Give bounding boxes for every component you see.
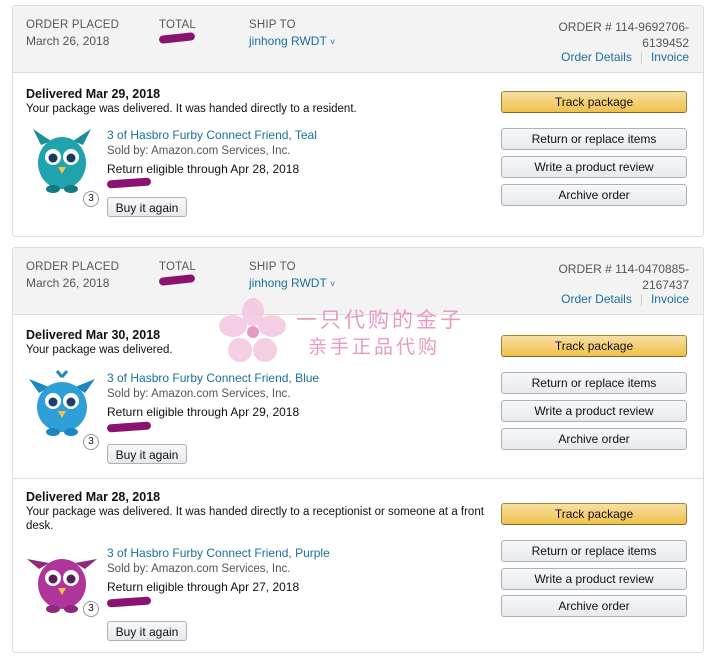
track-package-button[interactable]: Track package xyxy=(501,503,687,525)
watermark-line-1: 一只代购的金子 xyxy=(296,308,464,332)
delivery-note: Your package was delivered. It was hande… xyxy=(26,103,357,115)
watermark-line-2: 亲手正品代购 xyxy=(308,336,441,358)
buy-again-button[interactable]: Buy it again xyxy=(107,444,187,464)
price-redacted xyxy=(106,421,152,433)
furby-blue-image[interactable] xyxy=(27,369,97,439)
seller-text: Sold by: Amazon.com Services, Inc. xyxy=(107,388,291,400)
write-review-button[interactable]: Write a product review xyxy=(501,156,687,178)
return-replace-button[interactable]: Return or replace items xyxy=(501,128,687,150)
archive-order-button[interactable]: Archive order xyxy=(501,595,687,617)
total-label: TOTAL xyxy=(159,19,196,31)
chevron-down-icon: ˅ xyxy=(329,279,336,289)
buy-again-button[interactable]: Buy it again xyxy=(107,197,187,217)
order-details-link[interactable]: Order Details xyxy=(561,50,632,64)
quantity-badge: 3 xyxy=(83,191,99,207)
order-card: ORDER PLACED March 26, 2018 TOTAL SHIP T… xyxy=(12,5,704,237)
order-placed-label: ORDER PLACED xyxy=(26,261,120,273)
return-replace-button[interactable]: Return or replace items xyxy=(501,372,687,394)
furby-teal-image[interactable] xyxy=(27,125,97,195)
return-eligibility: Return eligible through Apr 29, 2018 xyxy=(107,405,300,419)
order-placed-date: March 26, 2018 xyxy=(26,276,110,290)
order-placed-date: March 26, 2018 xyxy=(26,34,110,48)
ship-to-label: SHIP TO xyxy=(249,261,296,273)
quantity-badge: 3 xyxy=(83,434,99,450)
price-redacted xyxy=(106,177,152,189)
track-package-button[interactable]: Track package xyxy=(501,91,687,113)
return-replace-button[interactable]: Return or replace items xyxy=(501,540,687,562)
order-number: ORDER # 114-9692706- 6139452 xyxy=(558,20,689,50)
order-placed-label: ORDER PLACED xyxy=(26,19,120,31)
order-links: Order Details | Invoice xyxy=(561,50,689,64)
archive-order-button[interactable]: Archive order xyxy=(501,428,687,450)
archive-order-button[interactable]: Archive order xyxy=(501,184,687,206)
product-link[interactable]: 3 of Hasbro Furby Connect Friend, Purple xyxy=(107,546,330,560)
ship-to-name[interactable]: jinhong RWDT ˅ xyxy=(249,34,335,48)
order-header: ORDER PLACED March 26, 2018 TOTAL SHIP T… xyxy=(13,6,703,73)
quantity-badge: 3 xyxy=(83,601,99,617)
invoice-link[interactable]: Invoice xyxy=(651,292,689,306)
write-review-button[interactable]: Write a product review xyxy=(501,568,687,590)
delivery-status: Delivered Mar 29, 2018 xyxy=(26,87,161,101)
delivery-status: Delivered Mar 28, 2018 xyxy=(26,490,161,504)
watermark-flower-logo xyxy=(219,298,286,362)
write-review-button[interactable]: Write a product review xyxy=(501,400,687,422)
invoice-link[interactable]: Invoice xyxy=(651,50,689,64)
delivery-note: Your package was delivered. It was hande… xyxy=(26,506,484,532)
buy-again-button[interactable]: Buy it again xyxy=(107,621,187,641)
order-number: ORDER # 114-0470885- 2167437 xyxy=(558,262,689,292)
total-redacted xyxy=(158,274,196,286)
shipment: Delivered Mar 28, 2018 Your package was … xyxy=(13,478,703,651)
total-redacted xyxy=(158,32,196,44)
chevron-down-icon: ˅ xyxy=(329,37,336,47)
ship-to-label: SHIP TO xyxy=(249,19,296,31)
seller-text: Sold by: Amazon.com Services, Inc. xyxy=(107,563,291,575)
return-eligibility: Return eligible through Apr 28, 2018 xyxy=(107,162,300,176)
track-package-button[interactable]: Track package xyxy=(501,335,687,357)
product-link[interactable]: 3 of Hasbro Furby Connect Friend, Blue xyxy=(107,371,319,385)
ship-to-name[interactable]: jinhong RWDT ˅ xyxy=(249,276,335,290)
seller-text: Sold by: Amazon.com Services, Inc. xyxy=(107,145,291,157)
product-link[interactable]: 3 of Hasbro Furby Connect Friend, Teal xyxy=(107,128,317,142)
order-links: Order Details | Invoice xyxy=(561,292,689,306)
delivery-status: Delivered Mar 30, 2018 xyxy=(26,328,161,342)
order-details-link[interactable]: Order Details xyxy=(561,292,632,306)
price-redacted xyxy=(106,596,152,608)
return-eligibility: Return eligible through Apr 27, 2018 xyxy=(107,580,300,594)
shipment: Delivered Mar 29, 2018 Your package was … xyxy=(13,73,703,235)
total-label: TOTAL xyxy=(159,261,196,273)
